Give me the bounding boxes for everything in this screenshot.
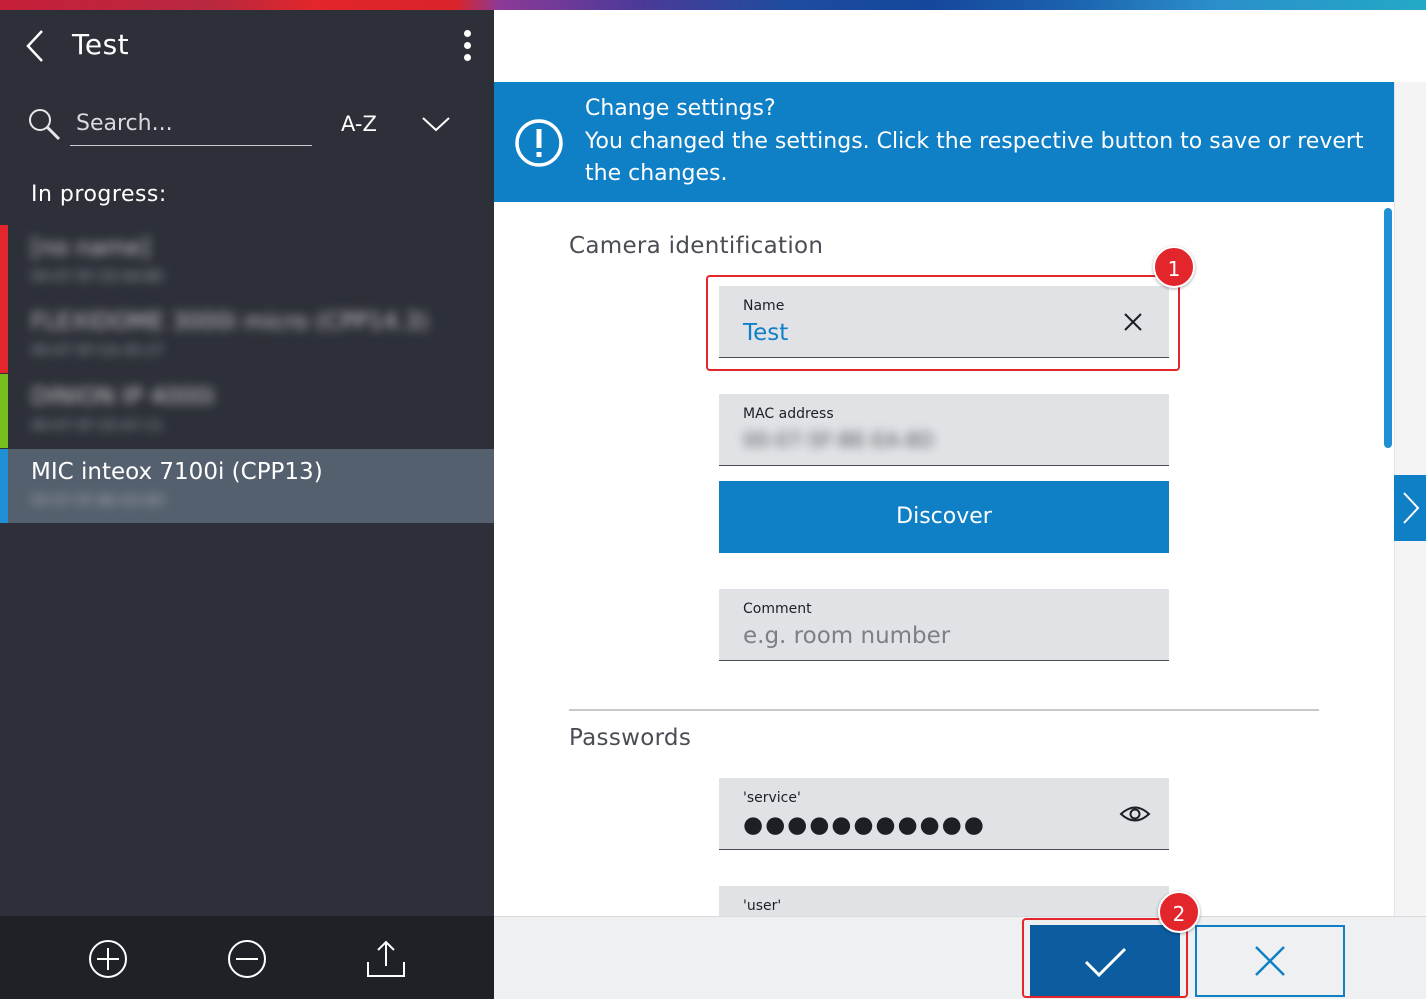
device-name: [no name] [31, 235, 151, 261]
search-input[interactable] [70, 102, 312, 146]
plus-circle-icon [89, 940, 127, 978]
service-password-value[interactable]: ●●●●●●●●●●● [743, 812, 986, 838]
sidebar-toolbar [0, 916, 494, 999]
section-label-in-progress: In progress: [31, 182, 167, 207]
device-name: FLEXIDOME 3000i micro (CPP14.3) [31, 309, 429, 335]
add-device-button[interactable] [87, 938, 129, 980]
section-divider [569, 709, 1319, 711]
device-name: MIC inteox 7100i (CPP13) [31, 459, 323, 485]
comment-placeholder[interactable]: e.g. room number [743, 623, 950, 649]
status-marker [0, 225, 8, 299]
user-password-label: 'user' [743, 898, 782, 914]
device-mac: 00-07-5F-CA-35-27 [31, 343, 164, 359]
annotation-highlight-save [1022, 918, 1188, 998]
mac-address-field[interactable]: MAC address 00-07-5F-BE-EA-8D [719, 394, 1169, 466]
annotation-badge-2: 2 [1158, 891, 1200, 933]
service-password-label: 'service' [743, 790, 801, 806]
device-list-item-selected[interactable]: MIC inteox 7100i (CPP13) 00-07-5F-BE-EA-… [0, 449, 494, 523]
sort-label[interactable]: A-Z [341, 112, 377, 136]
mac-address-label: MAC address [743, 406, 834, 422]
device-list-item[interactable]: DINION IP 4000i 00-07-5F-CE-A7-11 [0, 374, 494, 448]
expand-panel-button[interactable] [1394, 475, 1426, 541]
sidebar-title: Test [72, 28, 130, 61]
status-marker [0, 299, 8, 373]
banner-message: You changed the settings. Click the resp… [585, 129, 1364, 186]
annotation-badge-1: 1 [1153, 246, 1195, 288]
chevron-left-icon [26, 30, 43, 62]
show-password-button[interactable] [1119, 800, 1151, 828]
device-mac: 00-07-5F-CE-6A-B0 [31, 269, 164, 285]
back-button[interactable] [22, 28, 52, 64]
remove-device-button[interactable] [226, 938, 268, 980]
export-button[interactable] [365, 938, 407, 980]
banner-title: Change settings? [585, 96, 776, 121]
comment-field[interactable]: Comment e.g. room number [719, 589, 1169, 661]
discover-button[interactable]: Discover [719, 481, 1169, 553]
device-list-item[interactable]: FLEXIDOME 3000i micro (CPP14.3) 00-07-5F… [0, 299, 494, 373]
minus-circle-icon [228, 940, 266, 978]
user-password-field[interactable]: 'user' [719, 886, 1169, 916]
device-mac: 00-07-5F-BE-EA-8D [31, 493, 165, 509]
content-header [494, 10, 1426, 82]
search-icon [29, 109, 61, 141]
comment-label: Comment [743, 601, 812, 617]
device-list-item[interactable]: [no name] 00-07-5F-CE-6A-B0 [0, 225, 494, 299]
top-color-stripe [0, 0, 1426, 10]
change-settings-banner: Change settings? You changed the setting… [494, 82, 1394, 202]
status-marker [0, 374, 8, 448]
close-icon [1255, 946, 1285, 976]
eye-icon [1119, 806, 1151, 822]
kebab-dot-icon [463, 42, 471, 49]
annotation-highlight-name [706, 275, 1180, 371]
device-name: DINION IP 4000i [31, 384, 215, 410]
chevron-right-icon [1403, 492, 1420, 524]
service-password-field[interactable]: 'service' ●●●●●●●●●●● [719, 778, 1169, 850]
kebab-dot-icon [463, 30, 471, 37]
exclamation-circle-icon [515, 119, 563, 167]
upload-icon [367, 940, 405, 977]
revert-button[interactable] [1195, 925, 1345, 997]
chevron-down-icon[interactable] [420, 114, 452, 134]
sidebar: Test A-Z In progress: [no name] 00-07-5F… [0, 10, 494, 916]
section-title-passwords: Passwords [569, 725, 692, 751]
device-mac: 00-07-5F-CE-A7-11 [31, 418, 164, 434]
sidebar-header: Test [0, 10, 494, 82]
search-row: A-Z [0, 96, 494, 152]
section-title-camera-identification: Camera identification [569, 233, 824, 259]
status-marker [0, 449, 8, 523]
scrollbar[interactable] [1384, 208, 1392, 448]
mac-address-value[interactable]: 00-07-5F-BE-EA-8D [743, 428, 934, 452]
more-options-button[interactable] [452, 28, 482, 64]
kebab-dot-icon [463, 54, 471, 61]
